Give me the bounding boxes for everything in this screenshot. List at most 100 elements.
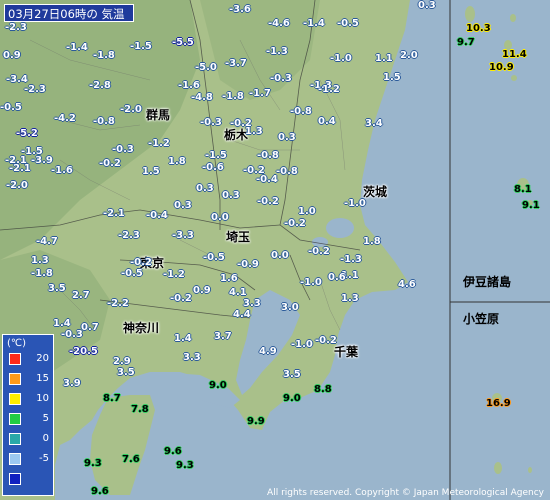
temperature-reading: -1.8 — [93, 50, 115, 61]
temperature-reading: -2.0 — [120, 104, 142, 115]
temperature-reading: 0.3 — [418, 0, 436, 11]
temperature-reading: 9.6 — [164, 446, 182, 457]
temperature-reading: 4.4 — [233, 309, 251, 320]
temperature-reading: -0.2 — [315, 335, 337, 346]
temperature-reading: -0.3 — [112, 144, 134, 155]
temperature-reading: 3.5 — [117, 367, 135, 378]
legend: (℃) 20 15 10 5 0 -5 — [2, 334, 54, 496]
temperature-reading: -0.2 — [308, 246, 330, 257]
temperature-reading: -4.6 — [268, 18, 290, 29]
temperature-reading: 0.0 — [271, 250, 289, 261]
temperature-reading: 0.9 — [193, 285, 211, 296]
temperature-reading: -0.3 — [61, 329, 83, 340]
legend-row: 5 — [9, 413, 53, 427]
temperature-reading: -1.0 — [291, 339, 313, 350]
temperature-reading: 9.1 — [522, 200, 540, 211]
temperature-reading: -2.2 — [107, 298, 129, 309]
temperature-reading: -1.6 — [51, 165, 73, 176]
temperature-reading: 1.0 — [298, 206, 316, 217]
temperature-reading: -2.1 — [103, 208, 125, 219]
temperature-reading: 0.3 — [222, 190, 240, 201]
temperature-reading: -4.8 — [191, 92, 213, 103]
temperature-reading: 2.0 — [400, 50, 418, 61]
temperature-reading: 1.8 — [168, 156, 186, 167]
temperature-reading: -0.4 — [146, 210, 168, 221]
temperature-reading: -1.4 — [66, 42, 88, 53]
temperature-reading: -0.8 — [276, 166, 298, 177]
prefecture-label-ibaraki: 茨城 — [363, 185, 388, 199]
region-label-izu-islands: 伊豆諸島 — [463, 275, 512, 289]
temperature-reading: -0.8 — [257, 150, 279, 161]
temperature-reading: 2.7 — [72, 290, 90, 301]
temperature-reading: -4.2 — [54, 113, 76, 124]
temperature-reading: 16.9 — [486, 398, 511, 409]
temperature-reading: 1.4 — [174, 333, 192, 344]
temperature-reading: 1.4 — [53, 318, 71, 329]
temperature-reading: -5.2 — [16, 128, 38, 139]
temperature-reading: 2.9 — [113, 356, 131, 367]
temperature-reading: 7.6 — [122, 454, 140, 465]
legend-unit: (℃) — [7, 338, 27, 349]
temperature-reading: 8.7 — [103, 393, 121, 404]
temperature-reading: -2.0 — [6, 180, 28, 191]
temperature-reading: 3.5 — [48, 283, 66, 294]
legend-swatch — [9, 353, 21, 365]
temperature-reading: -3.9 — [31, 155, 53, 166]
temperature-reading: 1.5 — [142, 166, 160, 177]
temperature-reading: -0.8 — [290, 106, 312, 117]
legend-swatch — [9, 413, 21, 425]
temperature-reading: -2.3 — [24, 84, 46, 95]
temperature-reading: -1.5 — [130, 41, 152, 52]
temperature-reading: 7.8 — [131, 404, 149, 415]
temperature-reading: -0.8 — [93, 116, 115, 127]
temperature-reading: -1.5 — [205, 150, 227, 161]
temperature-reading: 9.0 — [209, 380, 227, 391]
temperature-reading: -20.5 — [69, 346, 98, 357]
temperature-reading: 4.9 — [259, 346, 277, 357]
temperature-reading: -0.2 — [170, 293, 192, 304]
legend-label: 0 — [42, 433, 49, 444]
temperature-reading: 9.7 — [457, 37, 475, 48]
temperature-reading: -0.2 — [130, 257, 152, 268]
temperature-reading: -0.5 — [121, 268, 143, 279]
temperature-reading: 0.9 — [3, 50, 21, 61]
temperature-reading: -1.8 — [222, 91, 244, 102]
temperature-reading: -0.2 — [99, 158, 121, 169]
temperature-reading: 11.4 — [502, 49, 527, 60]
temperature-reading: 1.3 — [245, 126, 263, 137]
temperature-reading: -3.3 — [172, 230, 194, 241]
temperature-reading: -3.7 — [225, 58, 247, 69]
temperature-reading: 4.1 — [229, 287, 247, 298]
legend-label: 15 — [36, 373, 49, 384]
temperature-reading: -1.0 — [330, 53, 352, 64]
temperature-reading: 1.1 — [375, 53, 393, 64]
temperature-reading: 9.0 — [283, 393, 301, 404]
temperature-reading: -1.2 — [318, 84, 340, 95]
temperature-reading: -0.9 — [237, 259, 259, 270]
temperature-reading: -0.5 — [0, 102, 22, 113]
temperature-reading: 0.6 — [328, 272, 346, 283]
temperature-reading: -0.2 — [257, 196, 279, 207]
temperature-reading: -5.0 — [195, 62, 217, 73]
temperature-reading: -1.8 — [31, 268, 53, 279]
temperature-reading: -0.2 — [284, 218, 306, 229]
temperature-reading: 1.5 — [383, 72, 401, 83]
temperature-reading: -3.6 — [229, 4, 251, 15]
legend-row: 10 — [9, 393, 53, 407]
copyright-text: All rights reserved. Copyright © Japan M… — [267, 488, 544, 498]
legend-label: 10 — [36, 393, 49, 404]
temperature-reading: 3.3 — [183, 352, 201, 363]
temperature-reading: -1.3 — [266, 46, 288, 57]
prefecture-label-saitama: 埼玉 — [226, 230, 251, 244]
temperature-reading: 0.7 — [81, 322, 99, 333]
legend-label: 5 — [42, 413, 49, 424]
region-label-ogasawara: 小笠原 — [463, 312, 500, 326]
legend-row — [9, 473, 53, 487]
temperature-reading: -1.3 — [340, 254, 362, 265]
temperature-reading: 9.9 — [247, 416, 265, 427]
legend-swatch — [9, 393, 21, 405]
temperature-reading: -0.6 — [202, 162, 224, 173]
temperature-reading: -1.2 — [163, 269, 185, 280]
temperature-reading: 10.9 — [489, 62, 514, 73]
temperature-reading: -2.3 — [5, 22, 27, 33]
